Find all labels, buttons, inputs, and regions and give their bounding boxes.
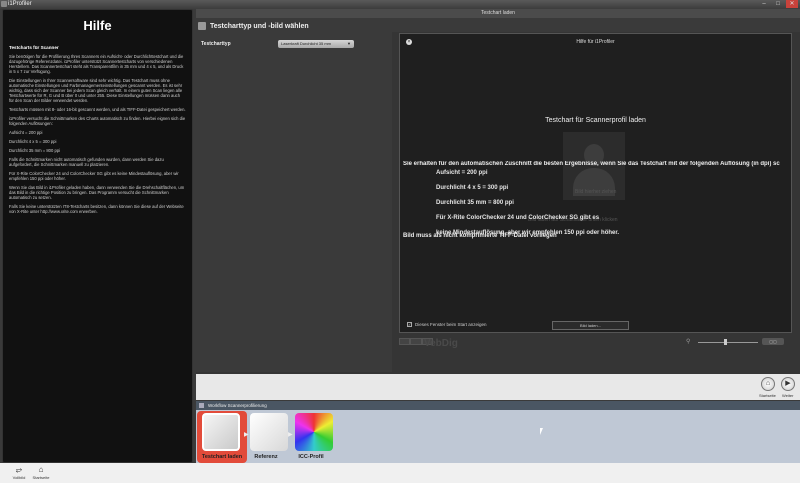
zoom-slider-thumb[interactable] xyxy=(724,339,727,345)
help-body: Testcharts für Scanner Sie benötigen für… xyxy=(3,45,192,214)
help-heading: Testcharts für Scanner xyxy=(9,45,59,50)
workflow-title-label: Workflow Scannerprofilierung xyxy=(208,403,267,408)
resolution-list: Aufsicht = 200 ppi Durchlicht 4 x 5 = 30… xyxy=(436,148,619,245)
maximize-button[interactable]: □ xyxy=(772,0,784,8)
icc-profile-icon xyxy=(295,413,333,451)
navigation-strip xyxy=(196,374,800,400)
main-header: Testchart laden xyxy=(196,9,800,18)
section-title-label: Testcharttyp und -bild wählen xyxy=(210,22,309,30)
workflow-title: Workflow Scannerprofilierung xyxy=(196,401,800,410)
load-image-button[interactable]: Bild laden... xyxy=(552,321,629,330)
help-paragraph: Wenn Sie das Bild in i1Profiler geladen … xyxy=(9,185,185,200)
ghost-text: VebDig xyxy=(424,338,458,349)
resolution-item: Für X-Rite ColorChecker 24 und ColorChec… xyxy=(436,215,600,221)
testcharttyp-select[interactable]: Laserkraft Durchlicht 35 mm ▼ xyxy=(278,40,354,48)
mouse-cursor-icon xyxy=(540,428,543,435)
workflow-icon xyxy=(199,403,204,408)
startseite-label: Startseite xyxy=(32,475,50,480)
help-paragraph: Sie benötigen für die Profilierung Ihres… xyxy=(9,54,184,74)
window-title: i1Profiler xyxy=(8,1,32,7)
fullscreen-icon: ⥂ xyxy=(15,465,23,474)
section-title: Testcharttyp und -bild wählen xyxy=(198,19,388,33)
window-controls: – □ ✕ xyxy=(758,0,798,8)
testcharttyp-label: Testcharttyp xyxy=(201,41,231,47)
close-button[interactable]: ✕ xyxy=(786,0,798,8)
resolution-item: Durchlicht 35 mm = 800 ppi xyxy=(436,200,514,206)
arrow-right-icon: ▶ xyxy=(288,432,293,438)
app-icon xyxy=(1,1,7,7)
zoom-slider-track[interactable] xyxy=(698,342,758,343)
help-paragraph: i1Profiler versucht die Schnittmarken de… xyxy=(9,116,186,126)
fullscreen-button[interactable]: ⥂ Vollbild xyxy=(8,465,30,481)
checkbox-checked-icon[interactable]: ✓ xyxy=(407,322,412,327)
tiff-note: Bild muss als nicht komprimierte TIFF-Da… xyxy=(403,233,557,239)
startup-checkbox[interactable]: ✓ Dieses Fenster beim Start anzeigen xyxy=(407,322,487,327)
bottom-toolbar xyxy=(0,463,800,483)
zoom-fit-button[interactable]: ▢▢ xyxy=(762,338,784,345)
next-button[interactable]: ▶ xyxy=(781,377,795,391)
startseite-button[interactable]: ⌂ Startseite xyxy=(30,465,52,481)
reference-file-icon xyxy=(250,413,288,451)
resolution-item: Durchlicht 4 x 5 = 300 ppi xyxy=(436,185,509,191)
workflow-step-label[interactable]: ICC-Profil xyxy=(281,454,341,460)
checkbox-label: Dieses Fenster beim Start anzeigen xyxy=(415,322,487,327)
help-dialog: Hilfe für i1Profiler × Bild hierher zieh… xyxy=(399,33,792,333)
magnifier-icon: ⚲ xyxy=(686,339,691,345)
help-paragraph: Falls Sie keine unterstützten IT8-Testch… xyxy=(9,204,184,214)
testchart-icon xyxy=(198,22,206,30)
help-paragraph: Aufsicht = 200 ppi xyxy=(9,130,43,135)
dialog-title: Hilfe für i1Profiler xyxy=(576,39,615,45)
help-panel: Hilfe Testcharts für Scanner Sie benötig… xyxy=(2,9,193,463)
home-button[interactable]: ⌂ xyxy=(761,377,775,391)
home-icon: ⌂ xyxy=(38,465,44,474)
help-title: Hilfe xyxy=(83,18,112,33)
home-label: Startseite xyxy=(759,393,776,398)
settings-column xyxy=(196,32,392,372)
help-paragraph: Durchlicht 35 mm = 800 ppi xyxy=(9,148,61,153)
help-paragraph: Für X-Rite ColorChecker 24 und ColorChec… xyxy=(9,171,179,181)
minimize-button[interactable]: – xyxy=(758,0,770,8)
workflow-step-testchart[interactable] xyxy=(202,413,242,453)
help-paragraph: Falls die Schnittmarken nicht automatisc… xyxy=(9,157,164,167)
workflow-step-referenz[interactable] xyxy=(250,413,290,453)
help-paragraph: Testcharts müssen mit 8- oder 16-bit ges… xyxy=(9,107,186,112)
zoom-control[interactable]: ⚲ ▢▢ xyxy=(686,338,786,346)
testcharttyp-value: Laserkraft Durchlicht 35 mm xyxy=(281,41,332,46)
fullscreen-label: Vollbild xyxy=(12,475,26,480)
next-label: Weiter xyxy=(782,393,794,398)
dialog-heading: Testchart für Scannerprofil laden xyxy=(545,117,646,124)
dialog-close-icon[interactable]: × xyxy=(406,39,412,45)
workflow-step-icc[interactable] xyxy=(295,413,335,453)
help-paragraph: Die Einstellungen in Ihrer Scannersoftwa… xyxy=(9,78,183,103)
help-paragraph: Durchlicht 4 x 5 = 300 ppi xyxy=(9,139,57,144)
chevron-down-icon: ▼ xyxy=(347,41,351,46)
resolution-item: Aufsicht = 200 ppi xyxy=(436,170,488,176)
window-titlebar: i1Profiler – □ ✕ xyxy=(0,0,800,9)
testchart-thumbnail-icon xyxy=(202,413,240,451)
arrow-right-icon: ▶ xyxy=(244,432,249,438)
app-window: i1Profiler – □ ✕ Hilfe Testcharts für Sc… xyxy=(0,0,800,483)
